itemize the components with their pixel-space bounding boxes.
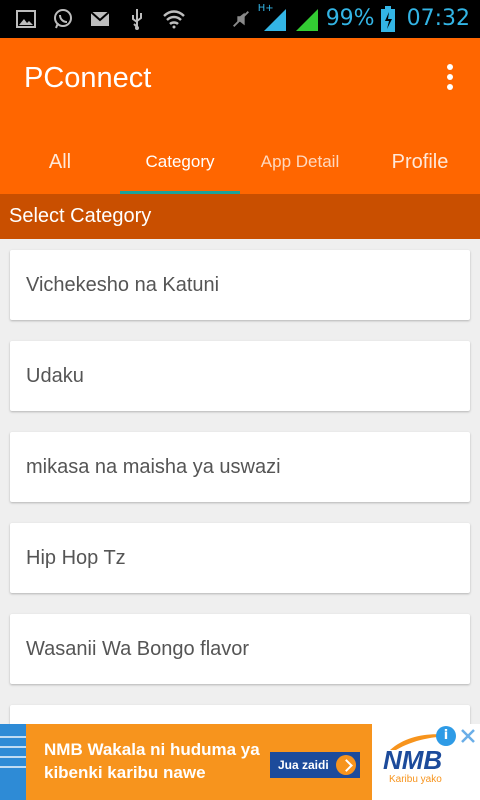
category-item[interactable]: Wasanii Wa Bongo flavor: [10, 614, 470, 684]
signal-icon: [295, 9, 318, 31]
ad-creative[interactable]: NMB Wakala ni huduma ya kibenki karibu n…: [26, 724, 372, 800]
category-item-partial[interactable]: [10, 705, 470, 724]
battery-icon: [380, 6, 395, 32]
overflow-menu-icon[interactable]: [438, 64, 462, 94]
network-type: H+: [257, 3, 274, 14]
app-title: PConnect: [24, 62, 152, 94]
usb-icon: [132, 9, 142, 30]
ad-cta-button[interactable]: Jua zaidi: [270, 752, 360, 778]
category-item[interactable]: Hip Hop Tz: [10, 523, 470, 593]
gmail-icon: [90, 11, 110, 26]
tab-category[interactable]: Category: [120, 130, 240, 194]
ad-side-graphic: [0, 724, 26, 800]
image-icon: [16, 10, 36, 28]
ad-brand-tagline: Karibu yako: [389, 774, 442, 785]
category-item[interactable]: Vichekesho na Katuni: [10, 250, 470, 320]
ad-brand-name: NMB: [383, 745, 443, 775]
signal-icon: H+: [257, 3, 288, 33]
ad-info-icon[interactable]: i: [436, 726, 456, 746]
ad-brand-logo: NMB Karibu yako: [383, 746, 478, 785]
tab-bar: All Category App Detail Profile: [0, 130, 480, 194]
whatsapp-icon: [54, 9, 72, 29]
close-icon[interactable]: [458, 726, 478, 746]
app-bar: PConnect All Category App Detail Profile: [0, 38, 480, 194]
category-list[interactable]: Vichekesho na Katuni Udaku mikasa na mai…: [0, 239, 480, 724]
category-item[interactable]: Udaku: [10, 341, 470, 411]
ad-cta-label: Jua zaidi: [278, 758, 329, 772]
wifi-icon: [163, 10, 185, 29]
status-bar: H+ 99% 07:32: [0, 0, 480, 38]
mute-icon: [232, 11, 249, 27]
tab-app-detail[interactable]: App Detail: [240, 130, 360, 194]
clock: 07:32: [406, 6, 470, 31]
ad-banner[interactable]: NMB Wakala ni huduma ya kibenki karibu n…: [0, 724, 480, 800]
section-header: Select Category: [0, 194, 480, 239]
ad-text: NMB Wakala ni huduma ya kibenki karibu n…: [44, 740, 260, 782]
battery-percent: 99%: [325, 6, 375, 31]
category-item[interactable]: mikasa na maisha ya uswazi: [10, 432, 470, 502]
tab-profile[interactable]: Profile: [360, 130, 480, 194]
tab-all[interactable]: All: [0, 130, 120, 194]
arrow-right-icon: [336, 755, 356, 775]
